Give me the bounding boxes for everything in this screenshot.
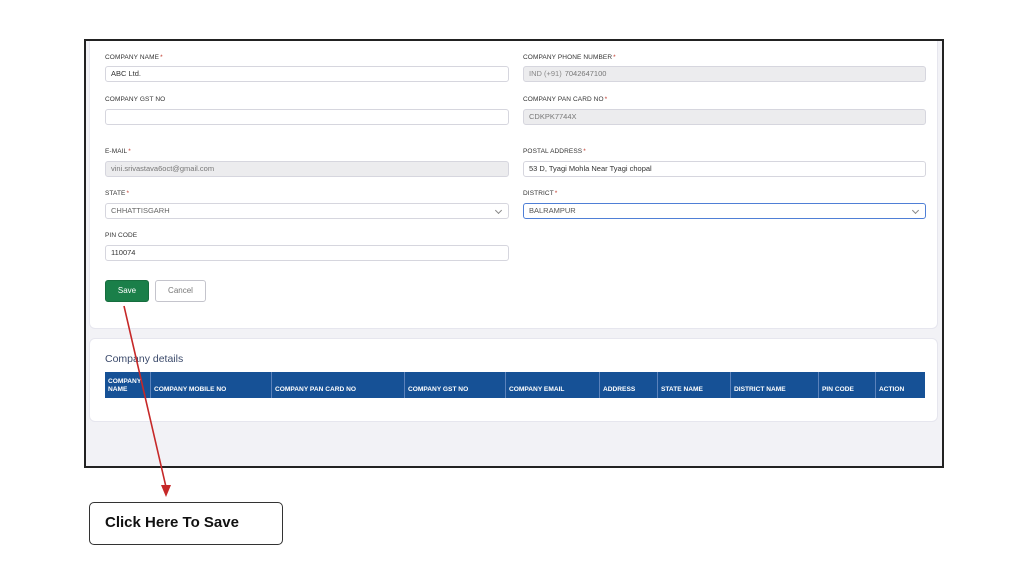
app-window: COMPANY NAME* ABC Ltd. COMPANY PHONE NUM… [84,39,944,468]
pin-code-value: 110074 [111,248,136,257]
column-header: COMPANY NAME [105,372,151,398]
chevron-down-icon [494,206,503,215]
postal-address-value: 53 D, Tyagi Mohla Near Tyagi chopal [529,164,652,173]
save-button[interactable]: Save [105,280,149,302]
column-header: STATE NAME [658,372,731,398]
district-value: BALRAMPUR [529,206,576,215]
district-label: DISTRICT* [523,190,558,197]
company-phone-label: COMPANY PHONE NUMBER* [523,54,616,61]
country-code-prefix: IND (+91) [529,69,562,78]
column-header: ACTION [879,386,905,393]
column-header: DISTRICT NAME [731,372,819,398]
company-form-card: COMPANY NAME* ABC Ltd. COMPANY PHONE NUM… [89,41,938,329]
column-header: COMPANY MOBILE NO [151,372,272,398]
gst-label: COMPANY GST NO [105,96,166,103]
company-name-value: ABC Ltd. [111,69,142,78]
company-name-input[interactable]: ABC Ltd. [105,66,509,82]
state-value: CHHATTISGARH [111,206,170,215]
email-value: vini.srivastava6oct@gmail.com [111,164,215,173]
arrow-head [161,485,171,497]
pan-input[interactable]: CDKPK7744X [523,109,926,125]
company-phone-input[interactable]: IND (+91) 7042647100 [523,66,926,82]
company-phone-value: 7042647100 [564,69,607,78]
company-details-card: Company details COMPANY NAME COMPANY MOB… [89,338,938,422]
email-label: E-MAIL* [105,148,131,155]
column-header: ADDRESS [600,372,658,398]
postal-address-input[interactable]: 53 D, Tyagi Mohla Near Tyagi chopal [523,161,926,177]
postal-address-label: POSTAL ADDRESS* [523,148,586,155]
gst-input[interactable] [105,109,509,125]
section-title: Company details [105,353,184,365]
chevron-down-icon [911,206,920,215]
pan-value: CDKPK7744X [529,112,577,121]
pin-code-label: PIN CODE [105,232,138,239]
cancel-button[interactable]: Cancel [155,280,206,302]
state-label: STATE* [105,190,130,197]
table-header: COMPANY NAME COMPANY MOBILE NO COMPANY P… [105,372,925,398]
pin-code-input[interactable]: 110074 [105,245,509,261]
state-select[interactable]: CHHATTISGARH [105,203,509,219]
district-select[interactable]: BALRAMPUR [523,203,926,219]
click-here-callout: Click Here To Save [89,502,283,545]
column-header: COMPANY GST NO [405,372,506,398]
pan-label: COMPANY PAN CARD NO* [523,96,608,103]
column-header: COMPANY EMAIL [506,372,600,398]
company-name-label: COMPANY NAME* [105,54,163,61]
email-input[interactable]: vini.srivastava6oct@gmail.com [105,161,509,177]
column-header: COMPANY PAN CARD NO [272,372,405,398]
column-header: PIN CODE [819,372,876,398]
